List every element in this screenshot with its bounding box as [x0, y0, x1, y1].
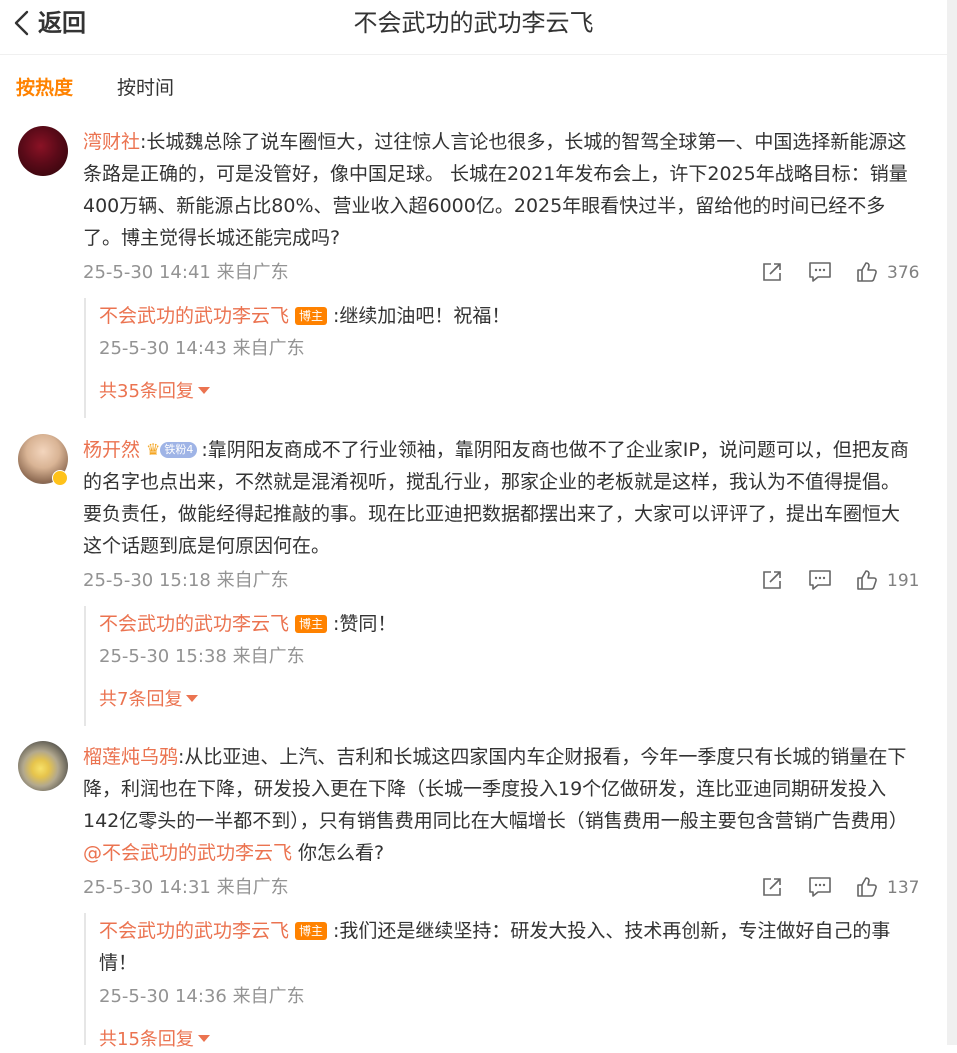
reply-body: :继续加油吧！祝福！ — [333, 305, 511, 327]
avatar[interactable] — [18, 741, 68, 791]
reply-block: 不会武功的武功李云飞 博主 :赞同！ 25-5-30 15:38 来自广东 共7条回… — [84, 606, 926, 726]
comment-text: 杨开然 ♛ 铁粉4:靠阴阳友商成不了行业领袖，靠阴阳友商也做不了企业家IP，说问题可… — [83, 434, 918, 562]
bozhu-badge: 博主 — [295, 922, 328, 940]
reply-text: 不会武功的武功李云飞 博主 :赞同！ — [99, 608, 919, 640]
reply-meta: 25-5-30 14:43 来自广东 — [99, 338, 305, 359]
fan-level-badge: 铁粉4 — [160, 442, 198, 458]
comment-body-suffix: 你怎么看? — [292, 842, 385, 864]
comments-page: 返回 不会武功的武功李云飞 按热度 按时间 湾财社:长城魏总除了说车圈恒大，过往… — [0, 0, 947, 1050]
share-icon[interactable] — [760, 875, 784, 899]
comment-body: :从比亚迪、上汽、吉利和长城这四家国内车企财报看，今年一季度只有长城的销量在下降… — [83, 746, 908, 832]
caret-down-icon — [197, 387, 210, 394]
scrollbar-track[interactable] — [947, 0, 957, 1045]
verified-badge-icon — [52, 470, 68, 486]
reply-meta: 25-5-30 14:36 来自广东 — [99, 986, 305, 1007]
like-count: 376 — [887, 263, 920, 283]
comment-meta: 25-5-30 14:41 来自广东 — [83, 262, 289, 283]
comment-icon[interactable] — [807, 260, 833, 284]
more-replies-link[interactable]: 共15条回复 — [99, 1027, 210, 1053]
bozhu-badge: 博主 — [295, 615, 328, 633]
more-replies-label: 共7条回复 — [99, 689, 183, 710]
share-icon[interactable] — [760, 568, 784, 592]
caret-down-icon — [197, 1035, 210, 1042]
header: 返回 不会武功的武功李云飞 — [0, 0, 947, 50]
comment-meta: 25-5-30 15:18 来自广东 — [83, 570, 289, 591]
comment-username[interactable]: 榴莲炖乌鸦 — [83, 746, 178, 768]
reply-block: 不会武功的武功李云飞 博主 :继续加油吧！祝福！ 25-5-30 14:43 来自广… — [84, 298, 926, 418]
share-icon[interactable] — [760, 260, 784, 284]
comment-actions: 137 — [760, 875, 920, 901]
sort-tabs: 按热度 按时间 — [16, 74, 174, 102]
comment-meta: 25-5-30 14:31 来自广东 — [83, 877, 289, 898]
like-count: 191 — [887, 571, 920, 591]
comment-text: 榴莲炖乌鸦:从比亚迪、上汽、吉利和长城这四家国内车企财报看，今年一季度只有长城的… — [83, 741, 918, 869]
header-divider — [0, 54, 947, 55]
reply-text: 不会武功的武功李云飞 博主 :继续加油吧！祝福！ — [99, 300, 919, 332]
comment-icon[interactable] — [807, 875, 833, 899]
tab-by-heat[interactable]: 按热度 — [16, 74, 73, 102]
comment-body: :靠阴阳友商成不了行业领袖，靠阴阳友商也做不了企业家IP，说问题可以，但把友商的… — [83, 439, 909, 557]
reply-body: :赞同！ — [333, 613, 397, 635]
comment-icon[interactable] — [807, 568, 833, 592]
like-icon[interactable] — [855, 568, 879, 592]
comment-actions: 376 — [760, 260, 920, 286]
comment-username[interactable]: 杨开然 — [83, 439, 140, 461]
more-replies-label: 共35条回复 — [99, 381, 194, 402]
reply-block: 不会武功的武功李云飞 博主:我们还是继续坚持：研发大投入、技术再创新，专注做好自己… — [84, 913, 926, 1050]
reply-meta: 25-5-30 15:38 来自广东 — [99, 646, 305, 667]
comment-actions: 191 — [760, 568, 920, 594]
comment-username[interactable]: 湾财社 — [83, 131, 140, 153]
like-icon[interactable] — [855, 875, 879, 899]
tab-by-time[interactable]: 按时间 — [117, 74, 174, 102]
mention-link[interactable]: @不会武功的武功李云飞 — [83, 842, 292, 864]
comment-body: :长城魏总除了说车圈恒大，过往惊人言论也很多，长城的智驾全球第一、中国选择新能源… — [83, 131, 908, 249]
avatar[interactable] — [18, 126, 68, 176]
bozhu-badge: 博主 — [295, 307, 328, 325]
more-replies-link[interactable]: 共35条回复 — [99, 379, 210, 405]
like-count: 137 — [887, 878, 920, 898]
reply-username[interactable]: 不会武功的武功李云飞 — [99, 305, 289, 327]
more-replies-label: 共15条回复 — [99, 1029, 194, 1050]
page-title: 不会武功的武功李云飞 — [353, 9, 594, 37]
like-icon[interactable] — [855, 260, 879, 284]
reply-username[interactable]: 不会武功的武功李云飞 — [99, 920, 289, 942]
caret-down-icon — [186, 695, 199, 702]
reply-text: 不会武功的武功李云飞 博主:我们还是继续坚持：研发大投入、技术再创新，专注做好自己… — [99, 915, 919, 979]
comment-text: 湾财社:长城魏总除了说车圈恒大，过往惊人言论也很多，长城的智驾全球第一、中国选择… — [83, 126, 918, 254]
reply-username[interactable]: 不会武功的武功李云飞 — [99, 613, 289, 635]
crown-icon: ♛ — [146, 440, 161, 459]
more-replies-link[interactable]: 共7条回复 — [99, 687, 199, 713]
